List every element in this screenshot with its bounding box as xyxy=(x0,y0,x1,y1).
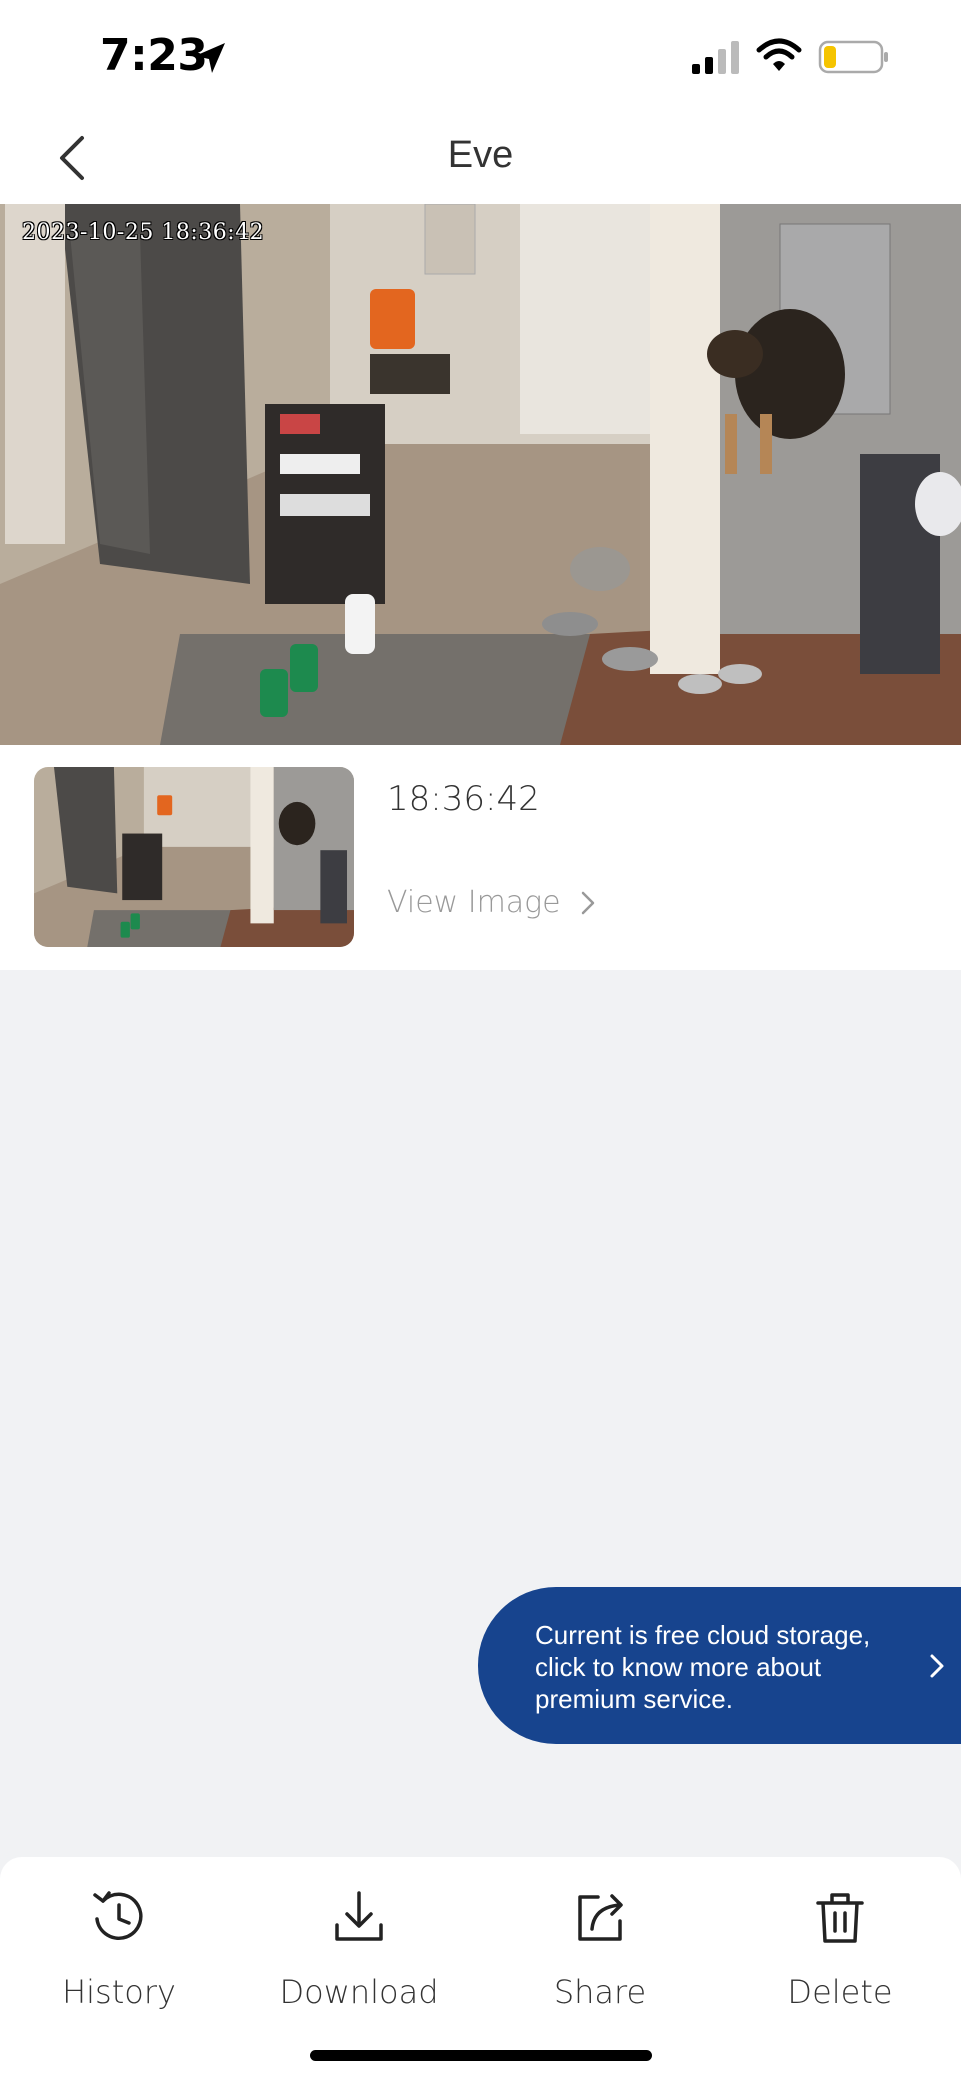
camera-timestamp: 2023-10-25 18:36:42 xyxy=(22,220,265,245)
view-image-label: View Image xyxy=(387,885,561,920)
delete-label: Delete xyxy=(787,1973,893,2011)
wifi-icon xyxy=(756,38,802,71)
download-label: Download xyxy=(279,1973,439,2011)
camera-snapshot[interactable]: 2023-10-25 18:36:42 xyxy=(0,204,961,745)
view-image-link[interactable]: View Image xyxy=(387,885,597,920)
delete-button[interactable]: Delete xyxy=(740,1887,940,2011)
event-detail-screen: 7:23 Eve 2023-10-25 18:36:42 18:36:42 Vi… xyxy=(0,0,961,2080)
premium-banner-text: Current is free cloud storage, click to … xyxy=(535,1620,871,1714)
trash-icon xyxy=(816,1893,864,1943)
battery-icon xyxy=(818,40,888,74)
event-time: 18:36:42 xyxy=(387,779,540,819)
download-icon xyxy=(335,1891,383,1941)
share-button[interactable]: Share xyxy=(500,1887,700,2011)
location-arrow-icon xyxy=(195,43,225,73)
snapshot-image xyxy=(0,204,961,745)
history-icon xyxy=(93,1891,143,1940)
page-title: Eve xyxy=(447,134,514,176)
share-icon xyxy=(578,1894,623,1941)
event-thumbnail[interactable] xyxy=(34,767,354,947)
chevron-right-icon xyxy=(930,1654,944,1678)
cellular-signal-icon xyxy=(692,41,739,74)
thumbnail-image xyxy=(34,767,354,947)
navigation-bar: Eve xyxy=(0,112,961,204)
history-label: History xyxy=(62,1973,176,2011)
home-indicator[interactable] xyxy=(310,2050,652,2061)
download-button[interactable]: Download xyxy=(259,1887,459,2011)
chevron-right-icon xyxy=(581,891,594,914)
share-label: Share xyxy=(553,1973,647,2011)
event-item: 18:36:42 View Image xyxy=(0,745,961,970)
status-bar: 7:23 xyxy=(0,0,961,112)
premium-service-banner[interactable]: Current is free cloud storage, click to … xyxy=(478,1587,961,1744)
history-button[interactable]: History xyxy=(19,1887,219,2011)
bottom-toolbar: History Download Share Delete xyxy=(0,1857,961,2080)
